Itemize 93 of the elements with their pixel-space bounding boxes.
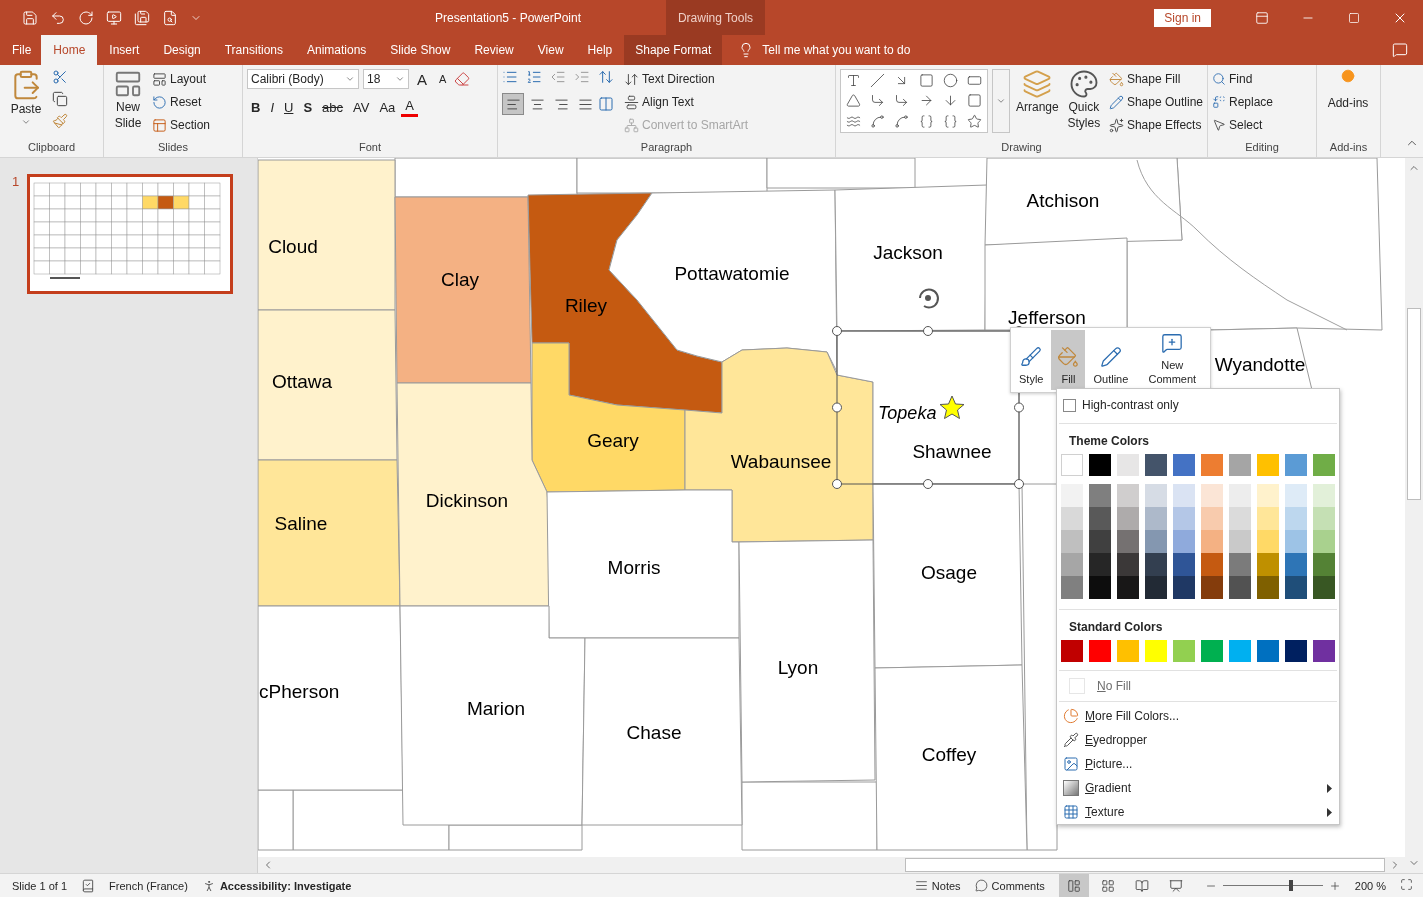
- notes-button[interactable]: Notes: [931, 879, 961, 892]
- replace-button[interactable]: Replace: [1212, 92, 1274, 112]
- context-label: Drawing Tools: [666, 0, 765, 35]
- county-label: Coffey: [921, 744, 977, 765]
- county-label: Geary: [587, 430, 639, 451]
- slide-number: 1: [12, 174, 20, 191]
- group-label: Drawing: [1000, 141, 1043, 155]
- county-label: Morris: [607, 557, 661, 578]
- county-label: Jackson: [873, 242, 943, 263]
- text-direction-button[interactable]: Text Direction: [624, 69, 749, 89]
- group-label: Font: [358, 141, 382, 155]
- county-label: Lyon: [777, 657, 819, 678]
- ribbon-tab[interactable]: Insert: [97, 35, 152, 65]
- county-label: Jefferson: [1008, 307, 1086, 328]
- tell-me-field[interactable]: Tell me what you want to do: [762, 43, 911, 57]
- ribbon-tab[interactable]: Design: [151, 35, 213, 65]
- font-color-button[interactable]: A: [401, 97, 418, 117]
- layout-button[interactable]: Layout: [152, 69, 211, 89]
- font-family-field[interactable]: Calibri (Body): [247, 69, 359, 89]
- county-label: Wyandotte: [1214, 354, 1306, 375]
- find-button[interactable]: Find: [1212, 69, 1274, 89]
- county-label: Riley: [564, 295, 608, 316]
- section-heading: Theme Colors: [1068, 433, 1150, 450]
- county-label: Chase: [626, 722, 682, 743]
- smartart-label: Convert to SmartArt: [624, 115, 749, 135]
- group-label: Add-ins: [1328, 141, 1369, 155]
- no-fill-option: No Fill: [1057, 673, 1339, 699]
- county-label: Cloud: [268, 236, 318, 257]
- menu-item[interactable]: Eyedropper: [1057, 728, 1339, 752]
- section-heading: Standard Colors: [1068, 619, 1164, 636]
- ribbon-tab[interactable]: Animations: [295, 35, 379, 65]
- ribbon-tab[interactable]: Slide Show: [378, 35, 463, 65]
- menu-item[interactable]: More Fill Colors...: [1057, 704, 1339, 728]
- ribbon-tab[interactable]: File: [2, 35, 42, 65]
- group-label: Slides: [157, 141, 189, 155]
- county-label: Shawnee: [912, 441, 992, 462]
- arrange-button[interactable]: Arrange: [1016, 69, 1059, 115]
- font-size-field[interactable]: 18: [363, 69, 409, 89]
- sign-in-button[interactable]: Sign in: [1154, 8, 1211, 27]
- format-button[interactable]: U: [280, 97, 298, 117]
- reset-button[interactable]: Reset: [152, 92, 211, 112]
- county-label: cPherson: [259, 681, 340, 702]
- add-ins-button[interactable]: Add-ins: [1321, 69, 1375, 111]
- mini-toolbar-button[interactable]: Fill: [1051, 330, 1086, 390]
- shape-fill-button[interactable]: Shape Fill: [1108, 69, 1203, 89]
- ribbon-tab[interactable]: Help: [575, 35, 625, 65]
- mini-toolbar-button[interactable]: New Comment: [1136, 330, 1209, 390]
- ribbon-tab[interactable]: Transitions: [212, 35, 295, 65]
- menu-item[interactable]: Picture...: [1057, 752, 1339, 776]
- format-button[interactable]: AV: [349, 97, 374, 117]
- group-label: Paragraph: [639, 141, 694, 155]
- format-button[interactable]: I: [266, 97, 278, 117]
- county-label: Pottawatomie: [674, 263, 790, 284]
- shape-outline-button[interactable]: Shape Outline: [1108, 92, 1203, 112]
- slide-counter: Slide 1 of 1: [12, 879, 68, 892]
- align-text-button[interactable]: Align Text: [624, 92, 749, 112]
- mini-toolbar-button[interactable]: Outline: [1087, 330, 1135, 390]
- format-button[interactable]: B: [247, 97, 265, 117]
- quick-styles-button[interactable]: Quick Styles: [1064, 69, 1103, 131]
- format-button[interactable]: abc: [318, 97, 348, 117]
- county-label: Wabaunsee: [730, 451, 832, 472]
- zoom-level[interactable]: 200 %: [1354, 879, 1386, 892]
- county-label: Ottawa: [271, 371, 333, 392]
- mini-toolbar-button[interactable]: Style: [1013, 330, 1050, 390]
- accessibility-status[interactable]: Accessibility: Investigate: [219, 879, 352, 892]
- format-button[interactable]: S: [299, 97, 317, 117]
- comments-button[interactable]: Comments: [991, 879, 1045, 892]
- ribbon-tab[interactable]: View: [525, 35, 576, 65]
- high-contrast-option[interactable]: High-contrast only: [1057, 389, 1339, 421]
- shrink-font-button[interactable]: A: [435, 69, 451, 89]
- menu-item[interactable]: Gradient: [1057, 776, 1339, 800]
- county-label: Clay: [441, 269, 479, 290]
- county-label: Dickinson: [425, 490, 509, 511]
- section-button[interactable]: Section: [152, 115, 211, 135]
- group-label: Clipboard: [26, 141, 77, 155]
- county-label: Saline: [274, 513, 328, 534]
- grow-font-button[interactable]: A: [413, 69, 431, 89]
- group-label: Editing: [1244, 141, 1280, 155]
- menu-item[interactable]: Texture: [1057, 800, 1339, 824]
- select-button[interactable]: Select: [1212, 115, 1274, 135]
- format-button[interactable]: Aa: [375, 97, 400, 117]
- ribbon-tab[interactable]: Shape Format: [624, 35, 723, 65]
- shape-effects-button[interactable]: Shape Effects: [1108, 115, 1203, 135]
- county-label: Osage: [921, 562, 977, 583]
- ribbon-tab[interactable]: Review: [462, 35, 526, 65]
- county-label: Marion: [466, 698, 526, 719]
- window-title: Presentation5 - PowerPoint: [433, 9, 583, 27]
- new-slide-button[interactable]: New Slide: [108, 69, 148, 131]
- city-label: Topeka: [878, 403, 937, 423]
- county-label: Atchison: [1026, 190, 1100, 211]
- ribbon-tab[interactable]: Home: [41, 35, 98, 65]
- language-label[interactable]: French (France): [109, 879, 188, 892]
- paste-button[interactable]: Paste: [4, 69, 48, 127]
